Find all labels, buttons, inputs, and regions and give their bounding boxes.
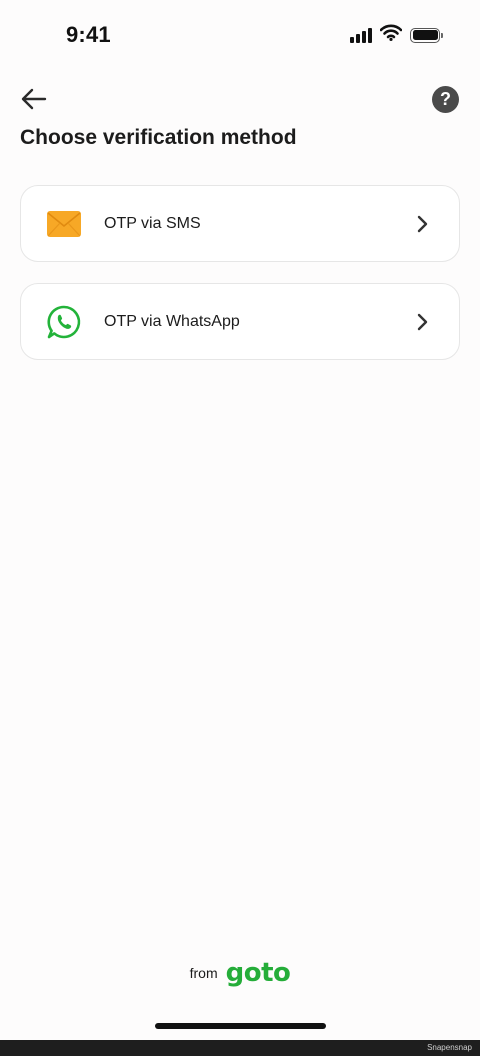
option-whatsapp[interactable]: OTP via WhatsApp [20,283,460,360]
status-time: 9:41 [66,22,111,47]
battery-icon [410,27,443,43]
chevron-right-icon [413,312,433,332]
status-bar: 9:41 [0,0,480,72]
battery-fill [412,30,438,40]
wifi-icon [379,24,403,46]
envelope-icon [46,206,82,242]
home-indicator[interactable] [155,1023,326,1029]
chevron-right-icon [413,214,433,234]
option-whatsapp-label: OTP via WhatsApp [104,312,240,330]
watermark-bar: Snapensnap [0,1040,480,1056]
arrow-left-icon [21,88,47,110]
watermark-text: Snapensnap [427,1043,472,1052]
footer-from-text: from [189,965,218,981]
back-button[interactable] [18,84,50,114]
signal-icon [350,27,372,43]
option-sms[interactable]: OTP via SMS [20,185,460,262]
help-icon: ? [440,89,451,109]
whatsapp-icon [46,304,82,340]
status-icons [350,24,443,46]
help-button[interactable]: ? [432,86,459,113]
footer-branding: from goto [0,960,480,986]
page-title: Choose verification method [20,126,297,149]
goto-logo: goto [225,958,291,988]
option-sms-label: OTP via SMS [104,214,201,232]
